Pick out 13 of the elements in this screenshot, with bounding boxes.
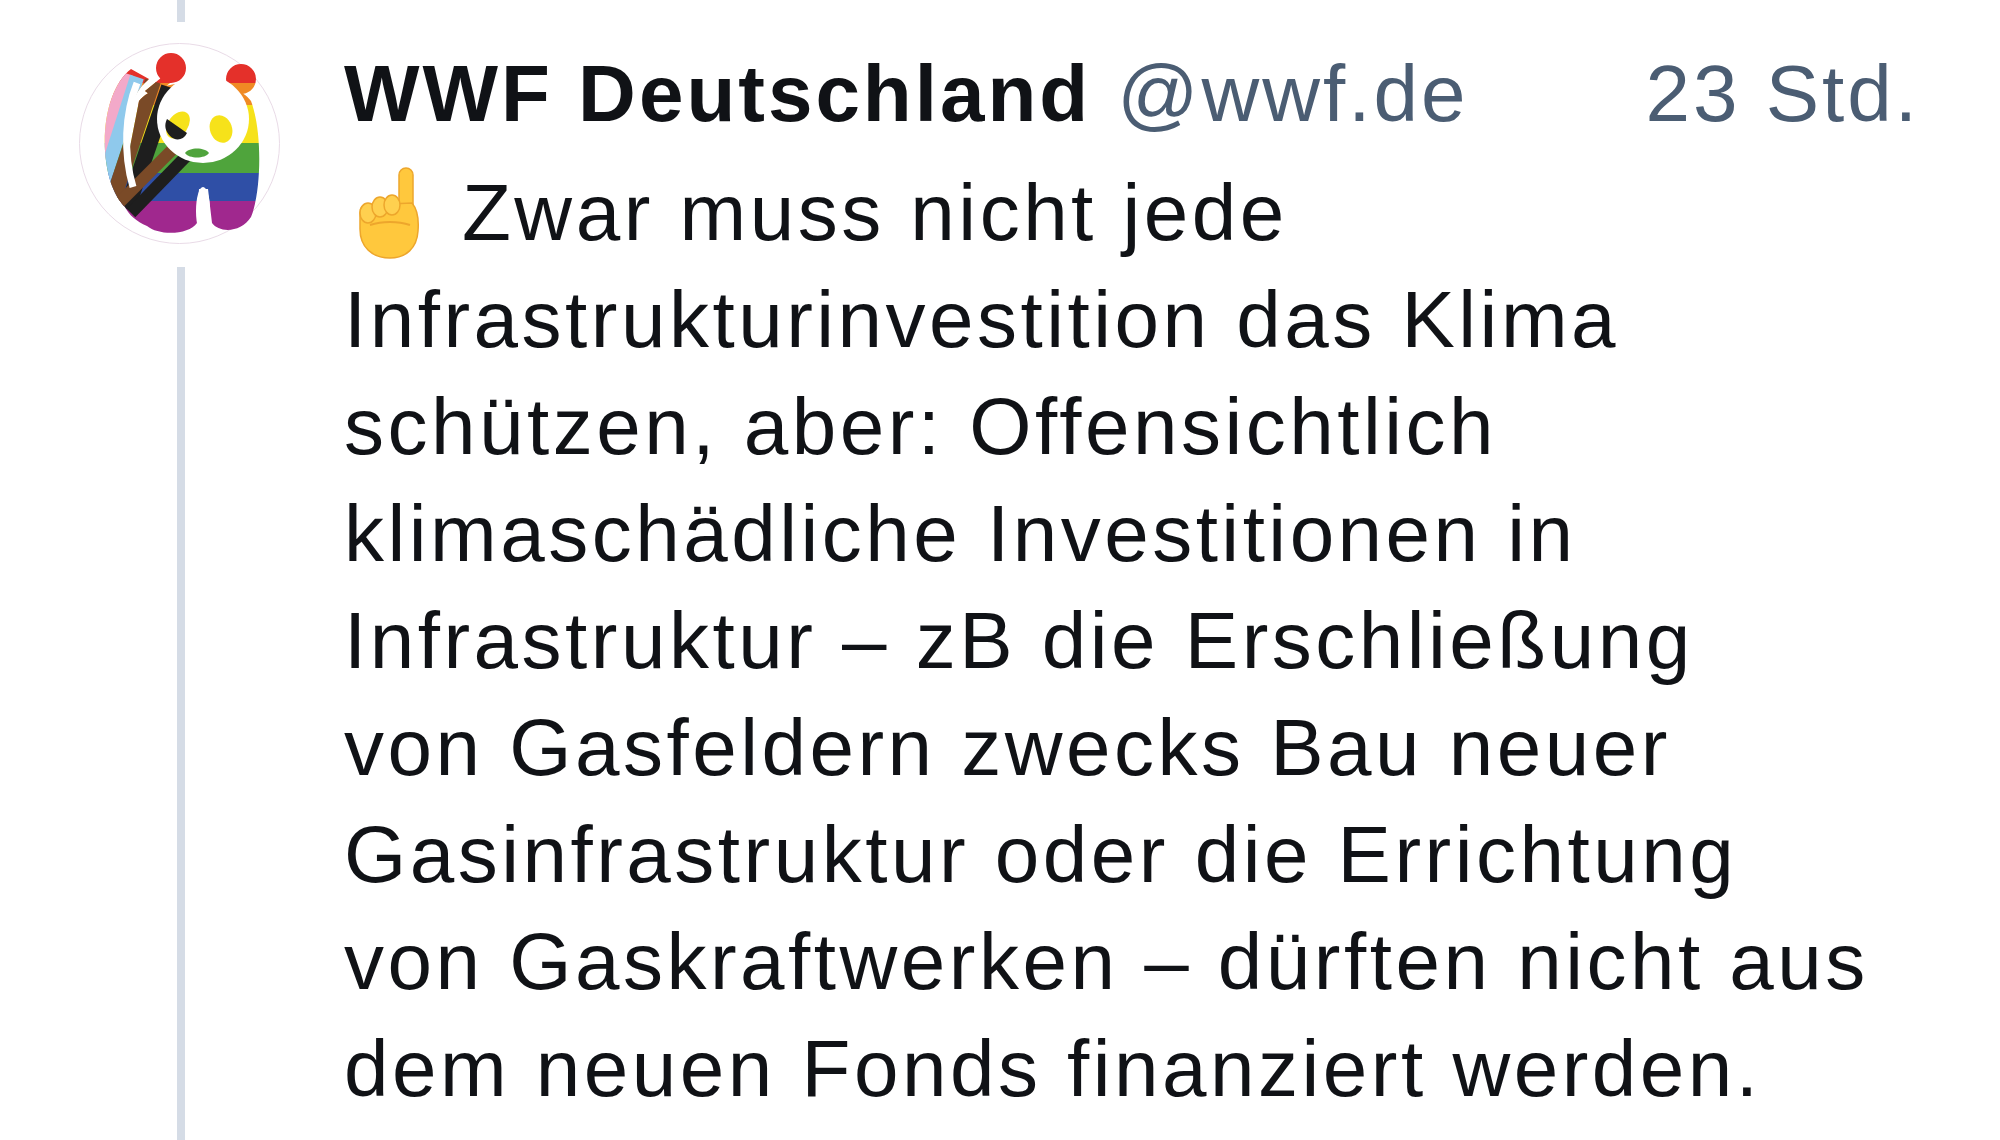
author-name[interactable]: WWF Deutschland [344,40,1092,147]
post-text-line: Infrastrukturinvestition das Klima [344,274,1619,366]
post-text-line: dem neuen Fonds finanziert werden. [344,1023,1762,1115]
post-text-line: Infrastruktur – zB die Erschließung [344,595,1694,687]
post-text-line: von Gaskraftwerken – dürften nicht aus [344,916,1869,1008]
post-text-line: von Gasfeldern zwecks Bau neuer [344,702,1671,794]
post-text-line: Gasinfrastruktur oder die Errichtung [344,809,1738,901]
post-time[interactable]: 23 Std. [1645,40,1920,147]
post-text-line: Zwar muss nicht jede [462,167,1288,259]
post-text-line: klimaschädliche Investitionen in [344,488,1577,580]
author-handle[interactable]: @wwf.de [1117,40,1469,147]
pointing-finger-icon [358,166,420,259]
post-text-line: schützen, aber: Offensichtlich [344,381,1497,473]
